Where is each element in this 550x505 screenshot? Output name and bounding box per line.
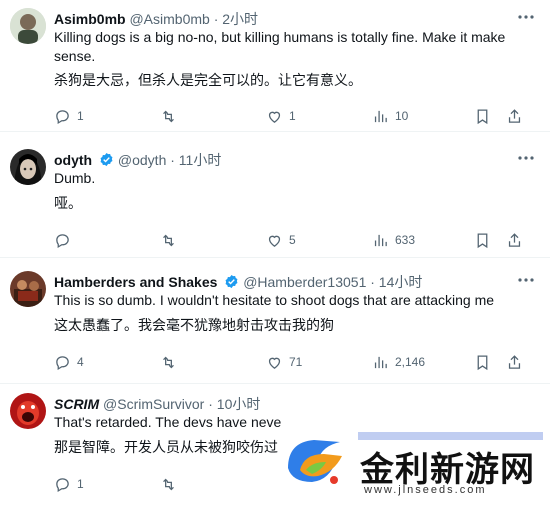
like-button[interactable]: 5	[266, 230, 296, 250]
author-name[interactable]: Hamberders and Shakes	[54, 274, 217, 290]
tweet-translation: 这太愚蠢了。我会毫不犹豫地射击攻击我的狗	[54, 317, 334, 333]
retweet-button[interactable]	[160, 230, 177, 250]
verified-badge-icon	[225, 274, 238, 289]
retweet-icon	[163, 478, 174, 490]
tweet-text: Dumb.	[54, 170, 96, 186]
reply-icon	[56, 233, 69, 248]
heart-icon	[268, 111, 281, 123]
author-name[interactable]: odyth	[54, 152, 92, 168]
retweet-button[interactable]	[160, 352, 177, 372]
share-button[interactable]	[506, 230, 523, 250]
author-name[interactable]: SCRIM	[54, 396, 99, 412]
reply-button[interactable]: 1	[54, 106, 84, 126]
retweet-button[interactable]	[160, 106, 177, 126]
author-handle[interactable]: @ScrimSurvivor	[103, 396, 204, 412]
share-button[interactable]	[506, 106, 523, 126]
like-count: 5	[289, 233, 296, 247]
avatar[interactable]	[10, 149, 46, 185]
more-icon[interactable]	[516, 273, 536, 287]
like-count: 1	[289, 109, 296, 123]
author-handle[interactable]: @Asimb0mb	[129, 11, 209, 27]
reply-count: 1	[77, 477, 84, 491]
views-icon	[374, 234, 387, 246]
like-button[interactable]: 1	[266, 106, 296, 126]
heart-icon	[268, 235, 281, 247]
views-button[interactable]: 10	[372, 106, 408, 126]
tweet-text: This is so dumb. I wouldn't hesitate to …	[54, 292, 495, 308]
reply-icon	[56, 477, 69, 492]
views-icon	[374, 110, 387, 122]
views-button[interactable]: 633	[372, 230, 415, 250]
heart-icon	[268, 357, 281, 369]
timestamp[interactable]: · 14小时	[370, 274, 422, 290]
tweet[interactable]: odyth @odyth · 11小时 Dumb. 哑。 5 633	[0, 131, 550, 258]
retweet-button[interactable]	[160, 474, 177, 494]
share-icon	[508, 108, 521, 123]
bookmark-icon	[477, 232, 488, 248]
share-icon	[508, 232, 521, 247]
bookmark-button[interactable]	[474, 230, 491, 250]
bookmark-button[interactable]	[474, 106, 491, 126]
bookmark-icon	[477, 354, 488, 370]
bookmark-icon	[477, 108, 488, 124]
reply-count: 1	[77, 109, 84, 123]
bookmark-button[interactable]	[474, 352, 491, 372]
author-name[interactable]: Asimb0mb	[54, 11, 126, 27]
share-icon	[508, 354, 521, 369]
reply-button[interactable]: 1	[54, 474, 84, 494]
timestamp[interactable]: · 10小时	[208, 396, 260, 412]
avatar[interactable]	[10, 8, 46, 44]
views-icon	[374, 356, 387, 368]
more-icon[interactable]	[516, 10, 536, 24]
timestamp[interactable]: · 2小时	[214, 11, 258, 27]
timestamp[interactable]: · 11小时	[170, 152, 221, 168]
avatar[interactable]	[10, 393, 46, 429]
more-icon[interactable]	[516, 151, 536, 165]
avatar[interactable]	[10, 271, 46, 307]
view-count: 633	[395, 233, 416, 247]
tweet[interactable]: Asimb0mb @Asimb0mb · 2小时 Killing dogs is…	[0, 0, 550, 132]
tweet-translation: 哑。	[54, 195, 82, 211]
watermark: 金利新游网 www.jlnseeds.com	[278, 420, 550, 500]
reply-icon	[56, 355, 69, 370]
like-button[interactable]: 71	[266, 352, 302, 372]
retweet-icon	[163, 110, 174, 122]
share-button[interactable]	[506, 352, 523, 372]
retweet-icon	[163, 356, 174, 368]
reply-button[interactable]: 4	[54, 352, 84, 372]
retweet-icon	[163, 234, 174, 246]
reply-count: 4	[77, 355, 84, 369]
author-handle[interactable]: @odyth	[118, 152, 166, 168]
watermark-url: www.jlnseeds.com	[364, 484, 487, 496]
verified-badge-icon	[100, 152, 113, 167]
tweet-translation: 杀狗是大忌，但杀人是完全可以的。让它有意义。	[54, 72, 362, 88]
views-button[interactable]: 2,146	[372, 352, 425, 372]
reply-button[interactable]	[54, 230, 71, 250]
reply-icon	[56, 109, 69, 124]
like-count: 71	[289, 355, 303, 369]
view-count: 2,146	[395, 355, 426, 369]
author-handle[interactable]: @Hamberder13051	[243, 274, 366, 290]
tweet[interactable]: Hamberders and Shakes @Hamberder13051 · …	[0, 257, 550, 384]
view-count: 10	[395, 109, 409, 123]
tweet-text: Killing dogs is a big no-no, but killing…	[54, 29, 506, 64]
